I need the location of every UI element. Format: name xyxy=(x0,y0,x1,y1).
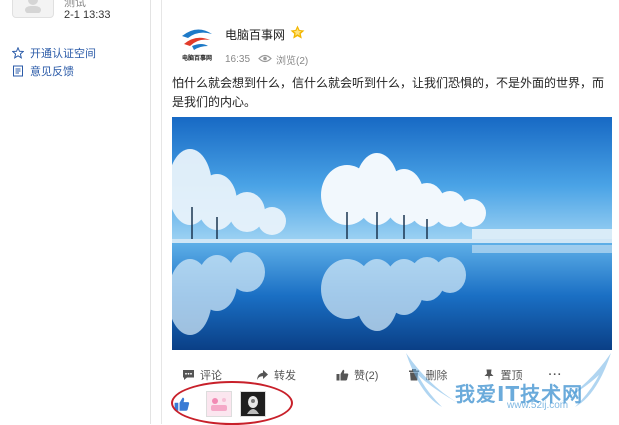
delete-button[interactable]: 删除 xyxy=(408,367,447,383)
post-card: 电脑百事网 电脑百事网 16:35 浏览(2) 怕什么就会想到什么，信什么就会听… xyxy=(161,0,619,425)
left-panel: 测试 2-1 13:33 开通认证空间 意见反馈 xyxy=(0,0,151,424)
post-meta: 16:35 浏览(2) xyxy=(225,52,308,67)
forward-label: 转发 xyxy=(274,370,296,382)
post-author: 电脑百事网 xyxy=(225,25,305,43)
post-text: 怕什么就会想到什么，信什么就会听到什么，让我们恐惧的，不是外面的世界，而是我们的… xyxy=(172,76,605,109)
delete-label: 删除 xyxy=(425,370,448,382)
trash-icon xyxy=(409,369,420,381)
post-image[interactable] xyxy=(172,117,612,350)
comment-button[interactable]: 评论 xyxy=(182,367,222,383)
eye-icon xyxy=(258,54,272,66)
side-links: 开通认证空间 意见反馈 xyxy=(11,44,96,80)
feedback-icon xyxy=(12,65,24,77)
highlight-circle xyxy=(171,381,293,425)
logo-text: 电脑百事网 xyxy=(182,54,212,62)
left-timestamp: 2-1 13:33 xyxy=(64,9,111,21)
watermark-url: www.52ij.com xyxy=(507,400,569,411)
forward-button[interactable]: 转发 xyxy=(256,367,296,383)
open-certified-space-label: 开通认证空间 xyxy=(30,48,96,60)
comment-icon xyxy=(183,370,194,380)
feedback-label: 意见反馈 xyxy=(30,66,74,78)
post-views: 浏览(2) xyxy=(276,56,309,67)
author-name[interactable]: 电脑百事网 xyxy=(225,26,285,43)
feedback-link[interactable]: 意见反馈 xyxy=(12,62,96,80)
verified-star-icon xyxy=(290,25,305,43)
post-time: 16:35 xyxy=(225,54,251,65)
open-certified-space-link[interactable]: 开通认证空间 xyxy=(11,44,96,62)
like-button[interactable]: 赞(2) xyxy=(336,367,378,383)
user-avatar[interactable] xyxy=(12,0,54,18)
author-logo[interactable]: 电脑百事网 xyxy=(176,22,218,64)
thumbs-up-icon xyxy=(336,369,349,381)
star-outline-icon xyxy=(11,46,25,59)
forward-icon xyxy=(257,370,268,380)
like-label: 赞(2) xyxy=(354,370,379,382)
